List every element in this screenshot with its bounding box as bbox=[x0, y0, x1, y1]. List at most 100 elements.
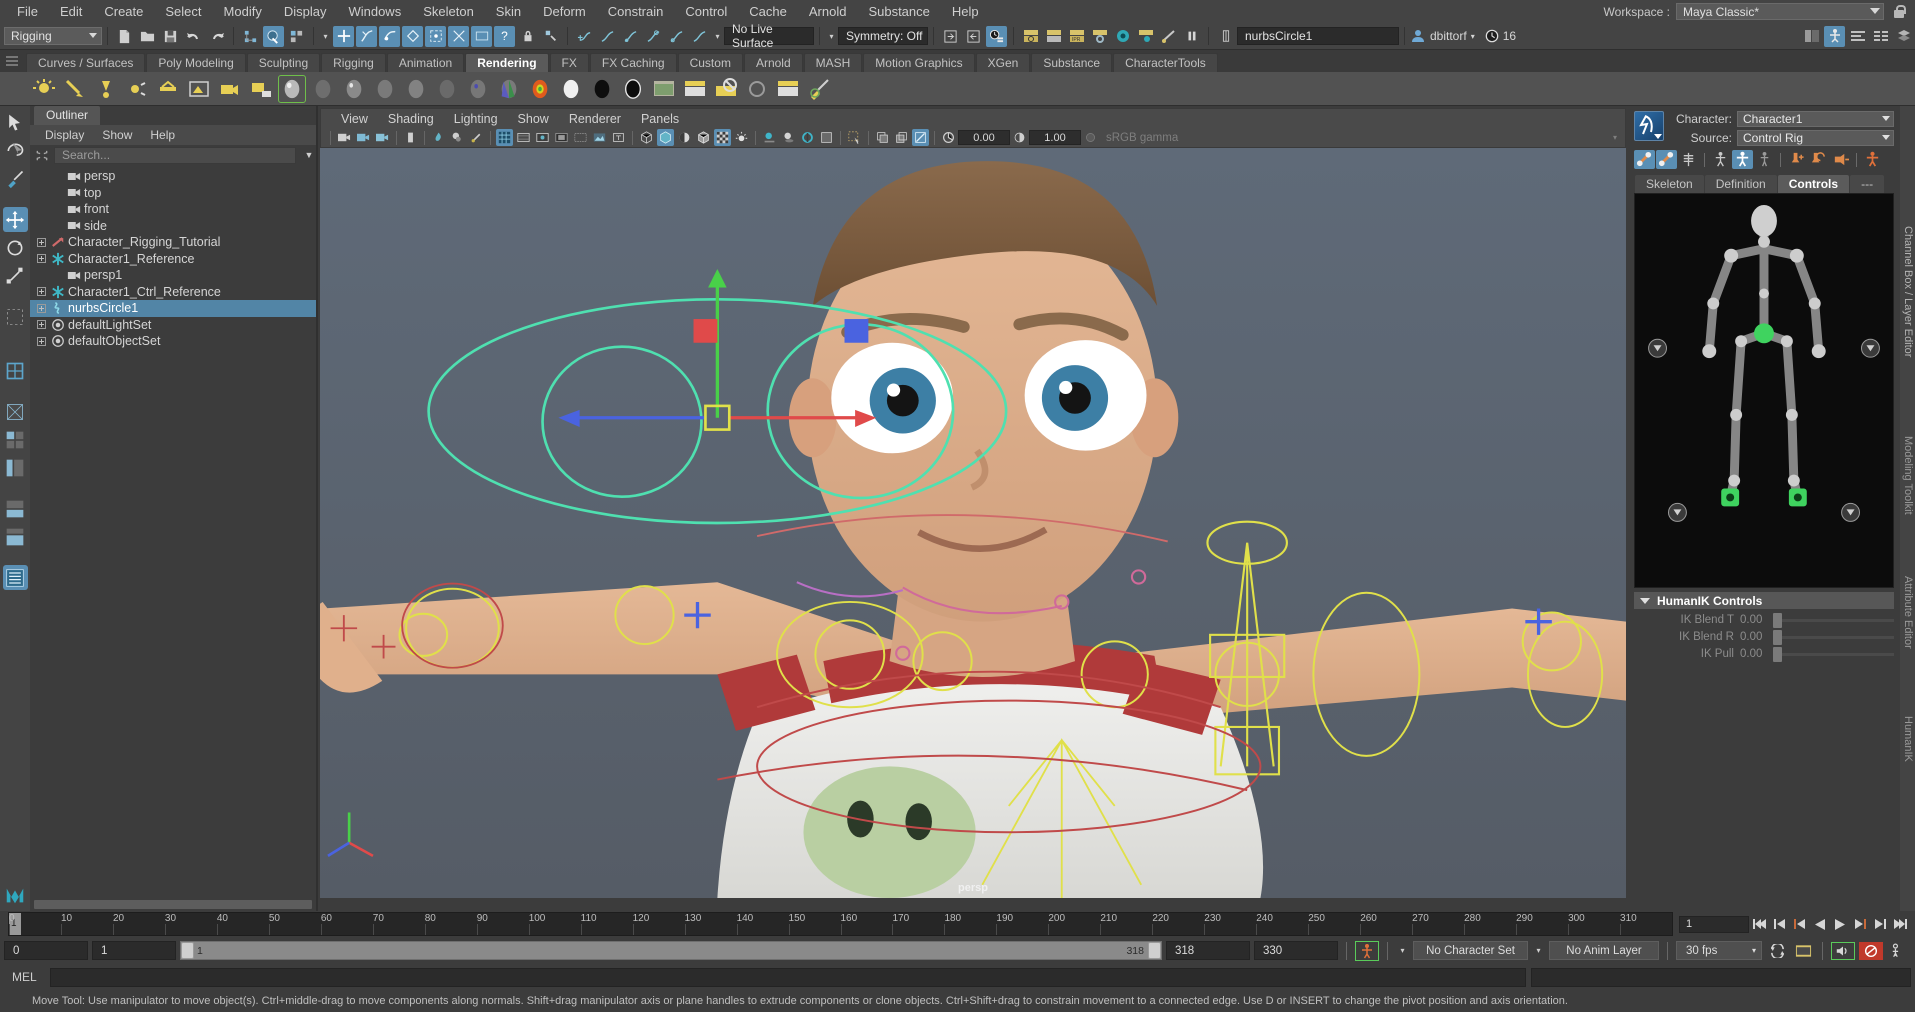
lasso-tool-button[interactable] bbox=[3, 138, 28, 163]
bookmark-camera-icon[interactable] bbox=[374, 129, 391, 146]
step-forward-frame-button[interactable] bbox=[1851, 915, 1869, 933]
tab-controls[interactable]: Controls bbox=[1778, 175, 1849, 193]
viewport-3d-canvas[interactable]: persp bbox=[320, 148, 1626, 898]
save-scene-button[interactable] bbox=[160, 26, 181, 47]
shelf-cancel-render-icon[interactable] bbox=[712, 75, 740, 103]
shelf-grip-icon[interactable] bbox=[6, 53, 22, 69]
menu-cache[interactable]: Cache bbox=[738, 0, 798, 23]
shelf-tab-motion-graphics[interactable]: Motion Graphics bbox=[863, 53, 974, 72]
texture-toggle-icon[interactable] bbox=[714, 129, 731, 146]
menu-deform[interactable]: Deform bbox=[532, 0, 597, 23]
layout-hypershade-button[interactable] bbox=[3, 524, 28, 549]
command-line-input[interactable] bbox=[50, 968, 1526, 987]
shelf-tab-charactertools[interactable]: CharacterTools bbox=[1113, 53, 1218, 72]
viewport-menu-renderer[interactable]: Renderer bbox=[559, 112, 631, 126]
chevron-down-icon[interactable]: ▾ bbox=[319, 32, 332, 41]
viewport-menu-shading[interactable]: Shading bbox=[378, 112, 444, 126]
fps-select[interactable]: 30 fps ▾ bbox=[1676, 941, 1762, 960]
edit-skeleton-icon[interactable] bbox=[1634, 150, 1655, 169]
time-editor-icon[interactable] bbox=[986, 26, 1007, 47]
tab-more[interactable]: --- bbox=[1850, 175, 1884, 193]
sound-toggle-icon[interactable] bbox=[1831, 942, 1855, 960]
outliner-menu-show[interactable]: Show bbox=[93, 128, 141, 142]
select-component-button[interactable] bbox=[286, 26, 307, 47]
tab-outliner[interactable]: Outliner bbox=[34, 106, 100, 125]
scale-tool-button[interactable] bbox=[3, 263, 28, 288]
start-time-field[interactable]: 0 bbox=[4, 941, 88, 960]
snap-curve-button[interactable] bbox=[356, 26, 377, 47]
exposure-toggle-icon[interactable] bbox=[912, 129, 929, 146]
outliner-item-top[interactable]: top bbox=[30, 185, 316, 202]
tab-definition[interactable]: Definition bbox=[1705, 175, 1777, 193]
shelf-spot-light-icon[interactable] bbox=[92, 75, 120, 103]
ik-blend-t-value[interactable]: 0.00 bbox=[1740, 614, 1770, 626]
layout-graph-button[interactable] bbox=[3, 496, 28, 521]
shelf-tab-custom[interactable]: Custom bbox=[678, 53, 743, 72]
shelf-render-view-icon[interactable] bbox=[650, 75, 678, 103]
outliner-item-front[interactable]: front bbox=[30, 201, 316, 218]
command-line-language-label[interactable]: MEL bbox=[4, 970, 45, 984]
chevron-down-icon[interactable]: ▼ bbox=[302, 150, 316, 160]
expand-toggle-icon[interactable] bbox=[34, 319, 48, 330]
hypershade-icon[interactable] bbox=[1112, 26, 1133, 47]
shelf-tab-sculpting[interactable]: Sculpting bbox=[247, 53, 320, 72]
antialias-icon[interactable] bbox=[799, 129, 816, 146]
expand-toggle-icon[interactable] bbox=[34, 303, 48, 314]
menu-control[interactable]: Control bbox=[674, 0, 738, 23]
shelf-tab-substance[interactable]: Substance bbox=[1031, 53, 1112, 72]
shelf-directional-light-icon[interactable] bbox=[61, 75, 89, 103]
render-setup-icon[interactable] bbox=[1135, 26, 1156, 47]
shelf-camera-icon[interactable] bbox=[216, 75, 244, 103]
ik-blend-r-slider[interactable] bbox=[1776, 636, 1894, 639]
outliner-item-character_rigging_tutorial[interactable]: Character_Rigging_Tutorial bbox=[30, 234, 316, 251]
range-slider[interactable]: 1 318 bbox=[180, 941, 1162, 960]
lock-icon[interactable] bbox=[1891, 3, 1907, 20]
layout-outliner-persp-button[interactable] bbox=[3, 455, 28, 480]
shelf-redo-render-icon[interactable] bbox=[743, 75, 771, 103]
tab-skeleton[interactable]: Skeleton bbox=[1635, 175, 1704, 193]
shelf-phong-material-icon[interactable] bbox=[340, 75, 368, 103]
exposure-aperture-icon[interactable] bbox=[940, 129, 957, 146]
motion-blur-icon[interactable] bbox=[818, 129, 835, 146]
film-origin-icon[interactable] bbox=[572, 129, 589, 146]
shelf-blinn-material-icon[interactable] bbox=[278, 75, 306, 103]
play-backwards-button[interactable] bbox=[1811, 915, 1829, 933]
shadow-map-icon[interactable] bbox=[761, 129, 778, 146]
lock-selection-icon[interactable] bbox=[517, 26, 538, 47]
open-editor-left-icon[interactable] bbox=[963, 26, 984, 47]
search-input[interactable]: Search... bbox=[54, 147, 296, 164]
last-tool-button[interactable] bbox=[3, 304, 28, 329]
menu-skeleton[interactable]: Skeleton bbox=[412, 0, 485, 23]
outliner-menu-display[interactable]: Display bbox=[36, 128, 93, 142]
full-body-icon[interactable] bbox=[1862, 150, 1883, 169]
toggle-modeling-toolkit-icon[interactable] bbox=[1801, 26, 1822, 47]
menu-substance[interactable]: Substance bbox=[857, 0, 940, 23]
ipr-render-icon[interactable]: IPR bbox=[1066, 26, 1087, 47]
use-all-lights-icon[interactable] bbox=[733, 129, 750, 146]
ik-pull-slider[interactable] bbox=[1776, 653, 1894, 656]
render-current-frame-icon[interactable] bbox=[1020, 26, 1041, 47]
snap-plain-icon[interactable] bbox=[689, 26, 710, 47]
menu-file[interactable]: File bbox=[6, 0, 49, 23]
pin-rotate-icon[interactable] bbox=[1808, 150, 1829, 169]
color-space-field[interactable]: sRGB gamma ▾ bbox=[1100, 130, 1625, 145]
shelf-tab-xgen[interactable]: XGen bbox=[976, 53, 1031, 72]
camera-attributes-icon[interactable] bbox=[355, 129, 372, 146]
layout-single-button[interactable] bbox=[3, 358, 28, 383]
skeleton-icon[interactable] bbox=[1678, 150, 1699, 169]
shelf-tab-poly-modeling[interactable]: Poly Modeling bbox=[146, 53, 245, 72]
shelf-displacement-icon[interactable] bbox=[619, 75, 647, 103]
shade-half-icon[interactable] bbox=[676, 129, 693, 146]
outliner-item-nurbscircle1[interactable]: nurbsCircle1 bbox=[30, 300, 316, 317]
shelf-tab-arnold[interactable]: Arnold bbox=[744, 53, 803, 72]
input-line-field[interactable]: nurbsCircle1 bbox=[1237, 27, 1399, 45]
snap-curve2-icon[interactable] bbox=[597, 26, 618, 47]
shelf-ramp-material-icon[interactable] bbox=[464, 75, 492, 103]
ik-blend-t-slider[interactable] bbox=[1776, 619, 1894, 622]
shelf-batch-render-icon[interactable] bbox=[681, 75, 709, 103]
input-line-mode-icon[interactable] bbox=[1215, 26, 1236, 47]
viewport-menu-show[interactable]: Show bbox=[508, 112, 559, 126]
workspace-select[interactable]: Maya Classic* bbox=[1676, 3, 1884, 20]
outliner-menu-help[interactable]: Help bbox=[141, 128, 184, 142]
range-right-handle[interactable] bbox=[1148, 942, 1161, 959]
